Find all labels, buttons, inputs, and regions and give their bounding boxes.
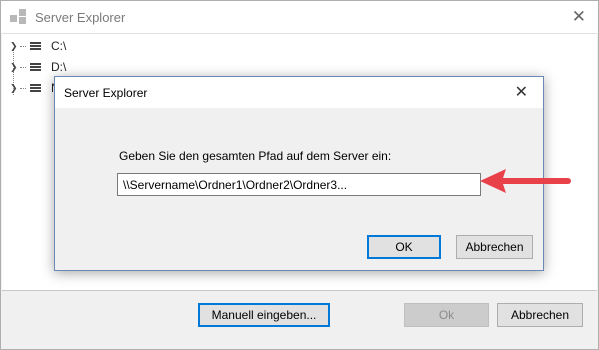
server-explorer-app-icon: [10, 9, 28, 25]
expand-chevron-icon[interactable]: ❯: [10, 83, 20, 94]
dialog-titlebar[interactable]: Server Explorer ✕: [55, 77, 543, 108]
manual-entry-button[interactable]: Manuell eingeben...: [198, 303, 330, 327]
path-prompt-label: Geben Sie den gesamten Pfad auf dem Serv…: [119, 149, 392, 163]
dialog-ok-button[interactable]: OK: [367, 235, 441, 259]
red-arrow-pointing-left: [480, 169, 571, 193]
dialog-close-icon[interactable]: ✕: [515, 82, 528, 102]
drive-icon: [30, 41, 41, 51]
window-close-icon[interactable]: ✕: [572, 7, 586, 27]
tree-item-c-drive[interactable]: ❯ C:\: [10, 37, 66, 55]
manual-path-dialog: Server Explorer ✕ Geben Sie den gesamten…: [54, 76, 544, 271]
expand-chevron-icon[interactable]: ❯: [10, 62, 20, 73]
tree-item-label: D:\: [51, 60, 67, 74]
expand-chevron-icon[interactable]: ❯: [10, 41, 20, 52]
server-path-input[interactable]: [117, 173, 481, 196]
window-titlebar[interactable]: Server Explorer ✕: [1, 1, 598, 33]
tree-item-label: C:\: [51, 39, 67, 53]
dialog-cancel-button[interactable]: Abbrechen: [456, 235, 533, 259]
dialog-title: Server Explorer: [64, 86, 148, 100]
window-title: Server Explorer: [35, 10, 126, 25]
tree-item-d-drive[interactable]: ❯ D:\: [10, 58, 66, 76]
drive-icon: [30, 62, 41, 72]
cancel-button[interactable]: Abbrechen: [497, 303, 583, 327]
drive-icon: [30, 83, 41, 93]
ok-button-disabled[interactable]: Ok: [404, 303, 489, 327]
tree-item-n-drive[interactable]: ❯ N: [10, 79, 60, 97]
